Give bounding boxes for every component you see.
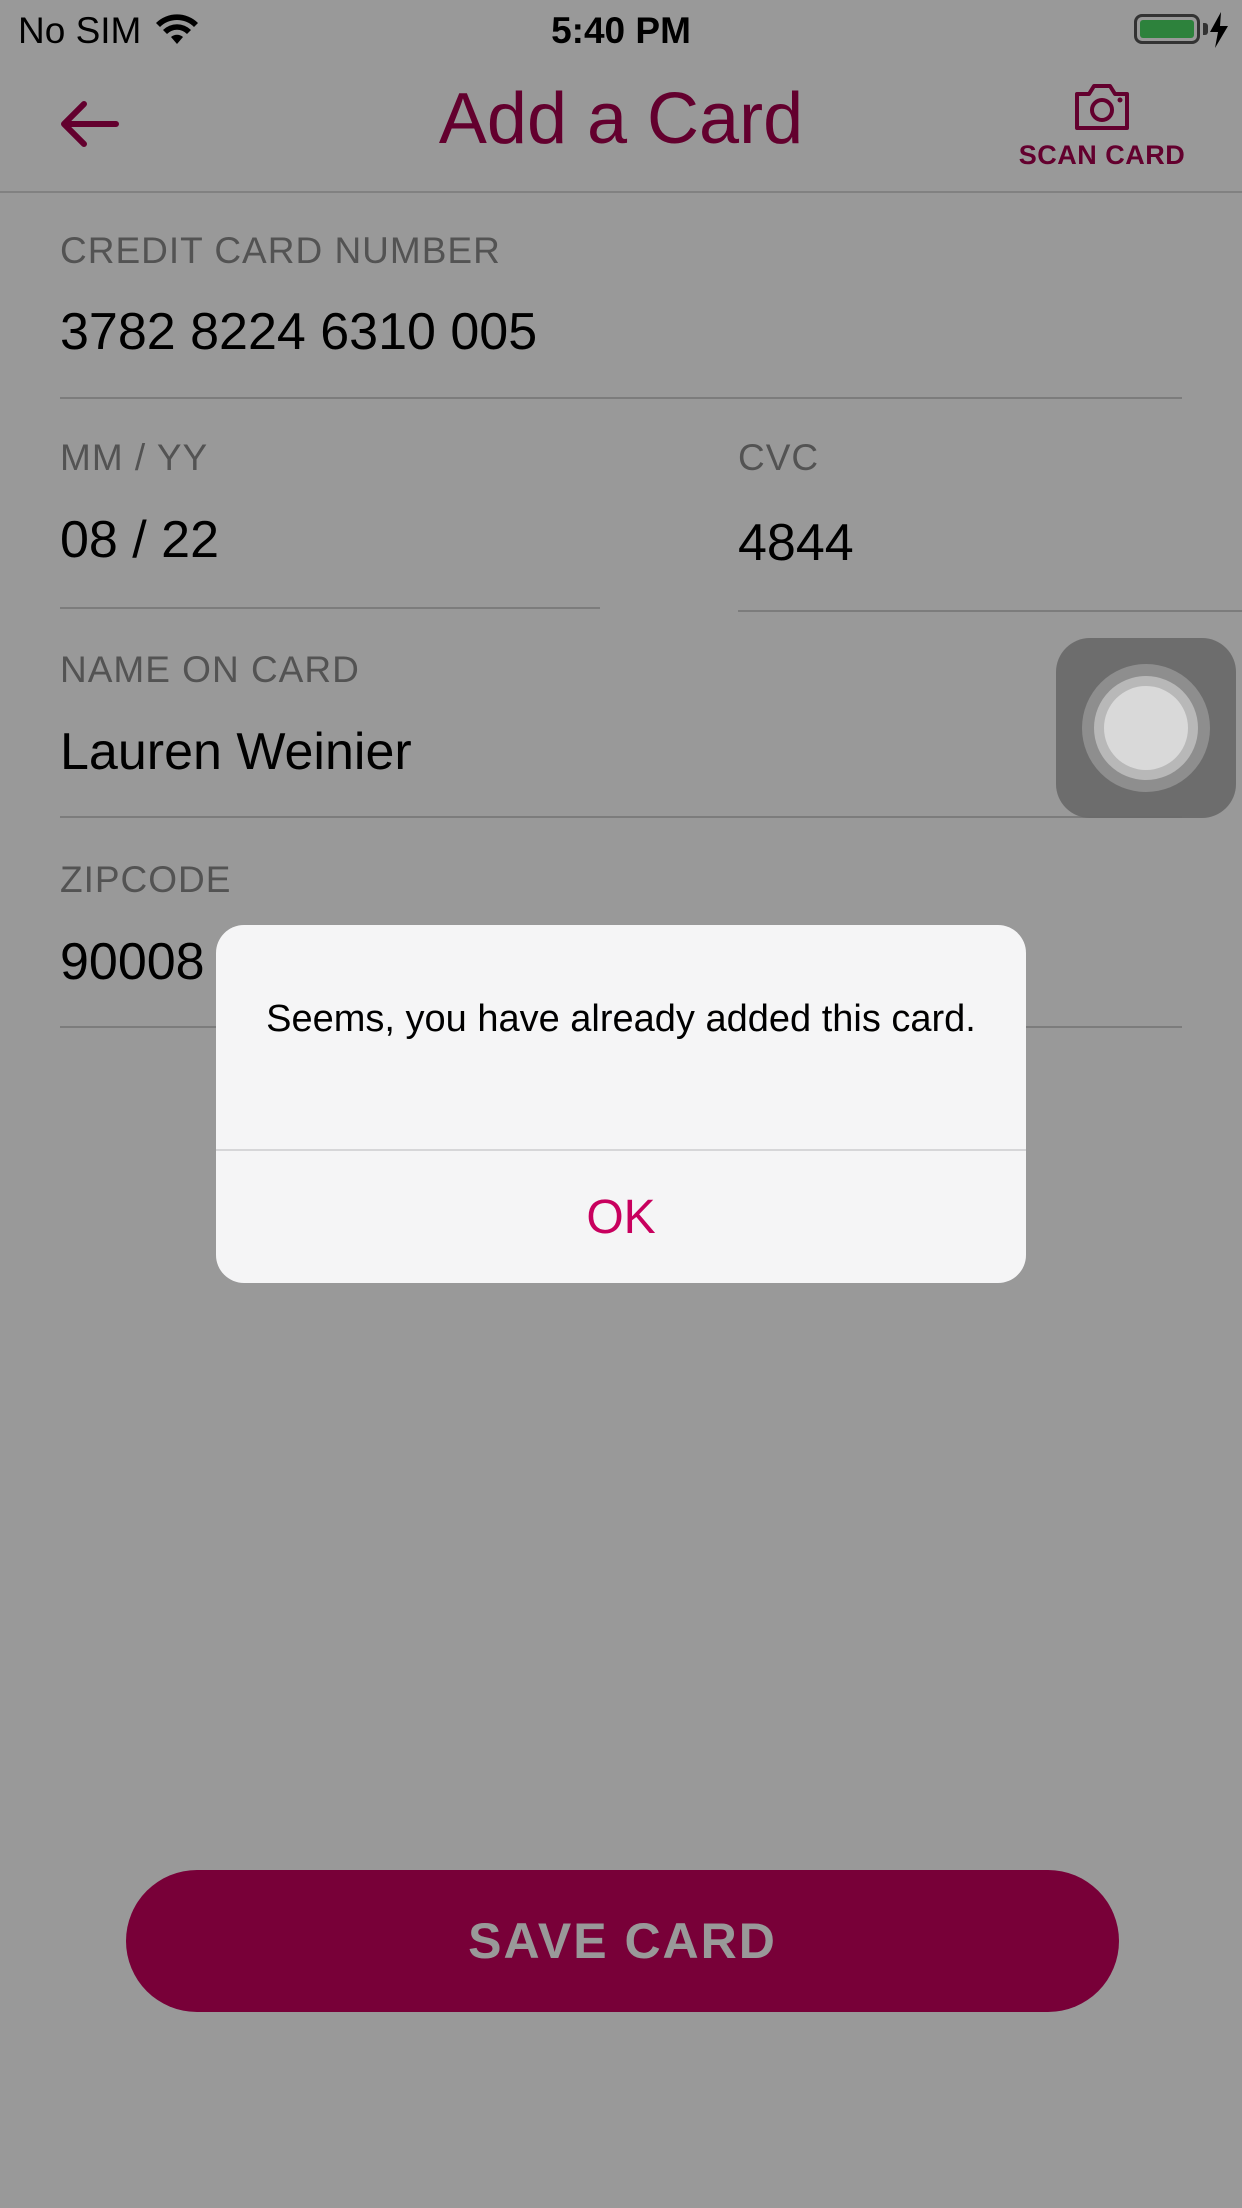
assistive-touch-core [1104, 686, 1188, 770]
alert-message: Seems, you have already added this card. [266, 998, 976, 1040]
alert-dialog: Seems, you have already added this card.… [216, 925, 1026, 1283]
alert-ok-button[interactable]: OK [216, 1151, 1026, 1283]
